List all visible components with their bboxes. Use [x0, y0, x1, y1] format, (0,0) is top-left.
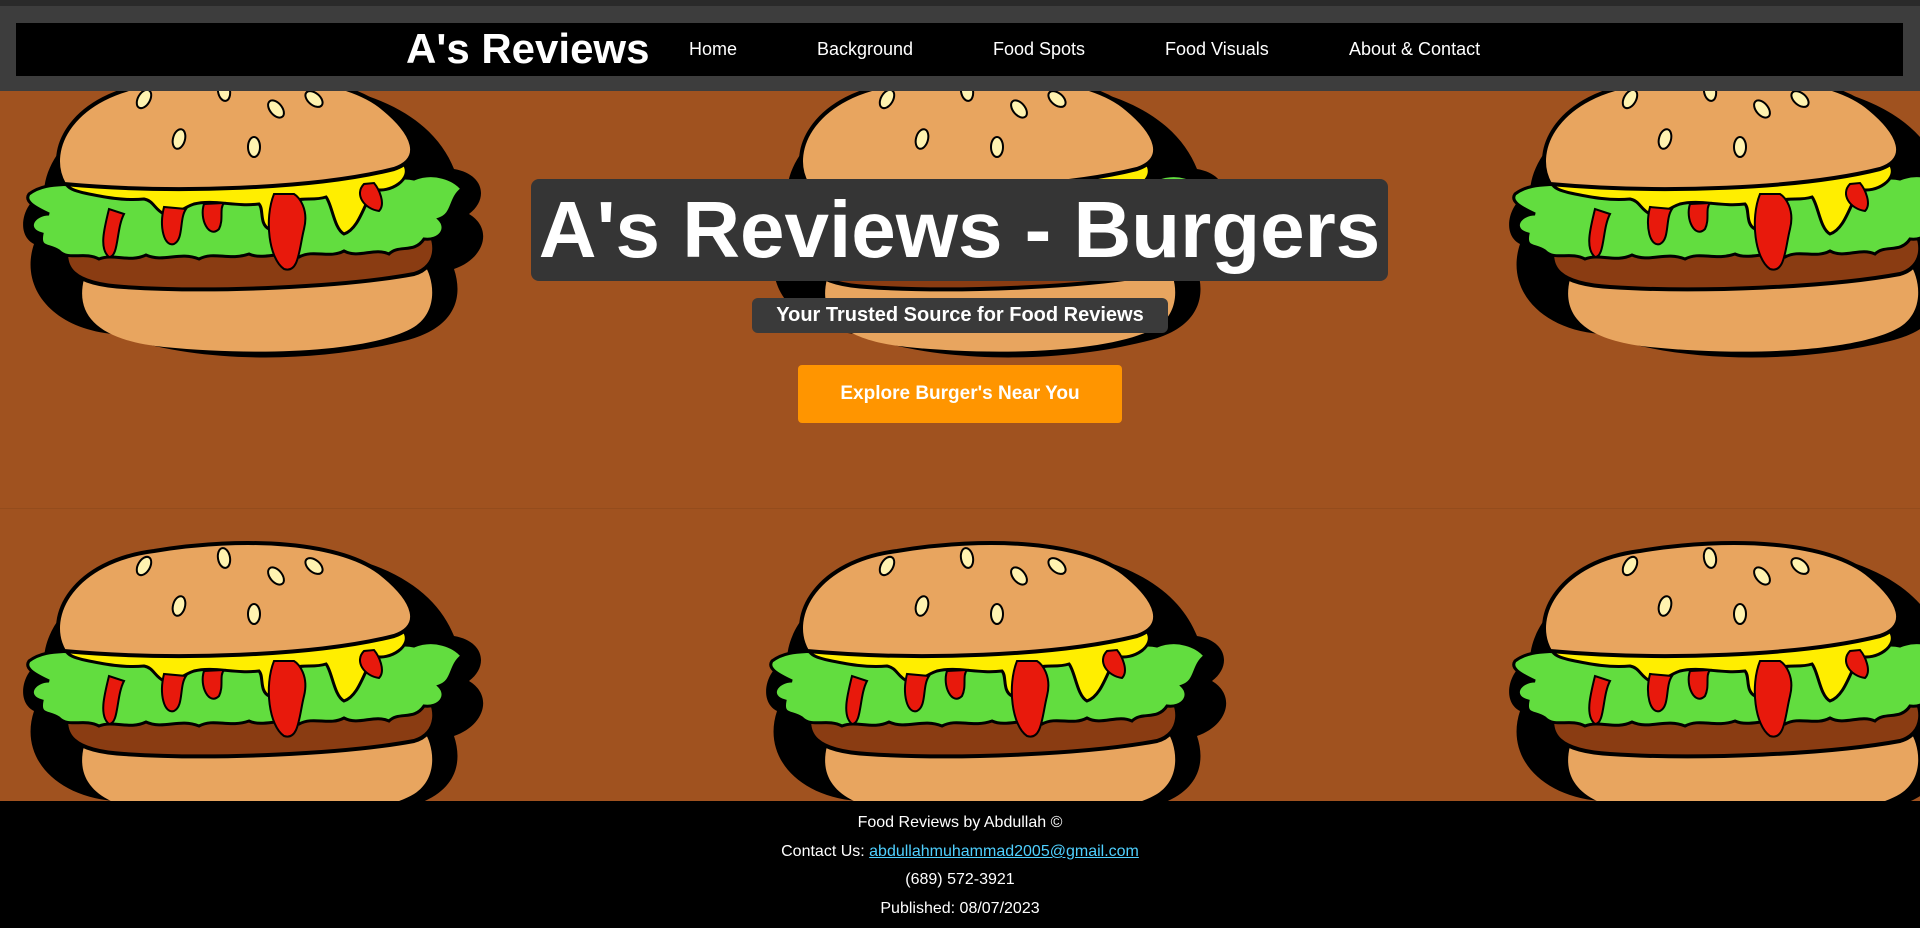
hero-section: A's Reviews - Burgers Your Trusted Sourc…	[0, 91, 1920, 801]
hero-subtitle: Your Trusted Source for Food Reviews	[752, 298, 1168, 333]
nav-link-food-visuals[interactable]: Food Visuals	[1165, 38, 1269, 60]
top-navigation-bar: A's Reviews Home Background Food Spots F…	[0, 0, 1920, 91]
burger-illustration	[764, 541, 1227, 801]
explore-burgers-button[interactable]: Explore Burger's Near You	[798, 365, 1122, 423]
nav-link-food-spots[interactable]: Food Spots	[993, 38, 1085, 60]
nav-link-home[interactable]: Home	[689, 38, 737, 60]
burger-illustration	[1507, 91, 1920, 360]
burger-illustration	[1507, 541, 1920, 801]
nav-link-about-contact[interactable]: About & Contact	[1349, 38, 1480, 60]
page-footer: Food Reviews by Abdullah © Contact Us: a…	[0, 801, 1920, 928]
nav-link-background[interactable]: Background	[817, 38, 913, 60]
footer-phone: (689) 572-3921	[905, 871, 1015, 888]
burger-illustration	[21, 541, 484, 801]
contact-email-link[interactable]: abdullahmuhammad2005@gmail.com	[869, 843, 1139, 860]
contact-label: Contact Us:	[781, 843, 870, 860]
navbar: A's Reviews Home Background Food Spots F…	[16, 23, 1903, 76]
footer-credit: Food Reviews by Abdullah ©	[857, 814, 1063, 831]
site-brand[interactable]: A's Reviews	[406, 26, 649, 72]
hero-title: A's Reviews - Burgers	[531, 179, 1388, 281]
pattern-divider	[0, 508, 1920, 509]
burger-illustration	[21, 91, 484, 360]
footer-published-date: Published: 08/07/2023	[880, 900, 1040, 917]
footer-contact: Contact Us: abdullahmuhammad2005@gmail.c…	[0, 842, 1920, 862]
